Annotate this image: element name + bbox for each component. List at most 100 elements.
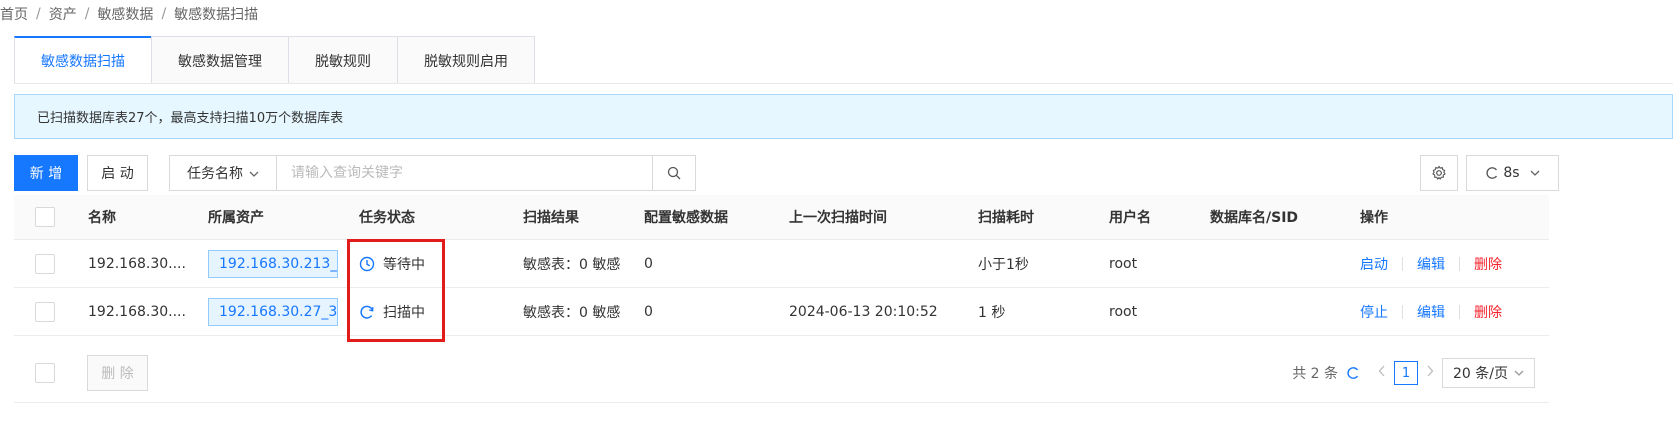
search-input[interactable] — [291, 165, 652, 181]
search-icon — [667, 166, 681, 180]
chevron-down-icon — [1514, 370, 1524, 376]
banner-text: 已扫描数据库表27个，最高支持扫描10万个数据库表 — [37, 111, 344, 126]
bulk-delete-button[interactable]: 删 除 — [87, 355, 148, 391]
col-header-last-scan: 上一次扫描时间 — [789, 210, 887, 226]
username: root — [1109, 255, 1138, 272]
prev-page-icon[interactable] — [1378, 365, 1386, 381]
breadcrumb-home[interactable]: 首页 — [0, 4, 28, 24]
col-header-name: 名称 — [88, 210, 116, 226]
asset-cell: 192.168.30.27_33 — [208, 288, 338, 335]
refresh-icon — [1486, 167, 1498, 179]
select-all-cell — [35, 195, 55, 239]
footer-select-checkbox[interactable] — [35, 363, 55, 383]
row-select-cell — [35, 288, 55, 335]
status-badge: 等待中 — [359, 254, 425, 274]
info-banner: 已扫描数据库表27个，最高支持扫描10万个数据库表 — [14, 94, 1673, 139]
scan-duration: 小于1秒 — [978, 256, 1029, 273]
last-scan-time: 2024-06-13 20:10:52 — [789, 303, 938, 320]
scan-duration: 1 秒 — [978, 304, 1006, 321]
select-all-checkbox[interactable] — [35, 207, 55, 227]
breadcrumb-separator: / — [36, 6, 41, 22]
chevron-down-icon — [249, 167, 259, 180]
refresh-interval: 8s — [1503, 165, 1520, 181]
table-header-row: 名称 所属资产 任务状态 扫描结果 配置敏感数据 上一次扫描时间 扫描耗时 用户… — [14, 195, 1549, 240]
breadcrumb-separator: / — [84, 6, 90, 22]
asset-tag[interactable]: 192.168.30.213_3 — [208, 249, 338, 278]
row-select-cell — [35, 240, 55, 287]
config-count: 0 — [644, 255, 653, 272]
col-header-config: 配置敏感数据 — [644, 210, 728, 226]
search-button[interactable] — [652, 155, 696, 191]
status-badge: 扫描中 — [359, 302, 425, 322]
col-header-duration: 扫描耗时 — [978, 210, 1034, 226]
table-row: 192.168.30.... 192.168.30.27_33 扫描中 敏感表：… — [14, 288, 1549, 336]
tabs-divider — [14, 83, 1673, 84]
search-field[interactable] — [276, 155, 653, 191]
task-name: 192.168.30.... — [88, 255, 186, 272]
col-header-asset: 所属资产 — [208, 210, 264, 226]
divider — [1402, 304, 1403, 319]
gear-icon — [1432, 165, 1446, 180]
clock-icon — [359, 256, 375, 271]
field-select-value: 任务名称 — [187, 166, 243, 182]
col-header-result: 扫描结果 — [523, 210, 579, 226]
status-cell: 扫描中 — [359, 288, 425, 335]
actions-cell: 停止 编辑 删除 — [1360, 288, 1502, 335]
divider — [1459, 304, 1460, 319]
next-page-icon[interactable] — [1426, 365, 1434, 381]
status-text: 扫描中 — [383, 304, 425, 321]
chevron-down-icon — [1530, 170, 1540, 176]
page-number[interactable]: 1 — [1394, 361, 1419, 385]
page-size-select[interactable]: 20 条/页 — [1442, 358, 1535, 388]
status-cell: 等待中 — [359, 240, 425, 287]
delete-link[interactable]: 删除 — [1474, 302, 1502, 322]
status-text: 等待中 — [383, 256, 425, 273]
edit-link[interactable]: 编辑 — [1417, 302, 1445, 322]
config-count: 0 — [644, 303, 653, 320]
stop-link[interactable]: 停止 — [1360, 302, 1388, 322]
col-header-user: 用户名 — [1109, 210, 1151, 226]
asset-cell: 192.168.30.213_3 — [208, 240, 338, 287]
pagination: 共 2 条 1 20 条/页 — [1292, 355, 1535, 391]
tab-masking-rules[interactable]: 脱敏规则 — [288, 36, 398, 84]
tab-masking-enable[interactable]: 脱敏规则启用 — [397, 36, 535, 84]
username: root — [1109, 303, 1138, 320]
add-button[interactable]: 新 增 — [14, 155, 78, 191]
task-name: 192.168.30.... — [88, 303, 186, 320]
breadcrumb-current: 敏感数据扫描 — [174, 7, 259, 23]
breadcrumb-assets[interactable]: 资产 — [49, 4, 77, 24]
tab-bar: 敏感数据扫描 敏感数据管理 脱敏规则 脱敏规则启用 — [14, 36, 535, 84]
divider — [1402, 256, 1403, 271]
tab-sensitive-manage[interactable]: 敏感数据管理 — [151, 36, 289, 84]
field-select[interactable]: 任务名称 — [169, 155, 277, 191]
breadcrumb-sensitive-data[interactable]: 敏感数据 — [97, 4, 153, 24]
row-checkbox[interactable] — [35, 253, 55, 274]
scan-task-table: 名称 所属资产 任务状态 扫描结果 配置敏感数据 上一次扫描时间 扫描耗时 用户… — [14, 195, 1549, 336]
settings-button[interactable] — [1420, 155, 1458, 191]
asset-tag[interactable]: 192.168.30.27_33 — [208, 297, 338, 326]
col-header-db: 数据库名/SID — [1210, 210, 1299, 226]
table-row: 192.168.30.... 192.168.30.213_3 等待中 敏感表：… — [14, 240, 1549, 288]
col-header-status: 任务状态 — [359, 210, 415, 226]
breadcrumb: 首页 / 资产 / 敏感数据 / 敏感数据扫描 — [0, 4, 258, 24]
row-checkbox[interactable] — [35, 301, 55, 322]
delete-link[interactable]: 删除 — [1474, 254, 1502, 274]
actions-cell: 启动 编辑 删除 — [1360, 240, 1502, 287]
footer-select-cell — [35, 363, 55, 383]
toolbar: 新 增 启 动 任务名称 8s — [14, 155, 1673, 191]
edit-link[interactable]: 编辑 — [1417, 254, 1445, 274]
scan-result: 敏感表：0 敏感 — [523, 256, 621, 273]
start-link[interactable]: 启动 — [1360, 254, 1388, 274]
auto-refresh-select[interactable]: 8s — [1466, 155, 1559, 191]
table-footer: 删 除 共 2 条 1 20 条/页 — [14, 343, 1549, 403]
divider — [1459, 256, 1460, 271]
col-header-actions: 操作 — [1360, 210, 1388, 226]
total-count: 共 2 条 — [1292, 366, 1339, 382]
refresh-icon[interactable] — [1346, 366, 1360, 380]
spinner-icon — [360, 305, 374, 319]
start-button[interactable]: 启 动 — [87, 155, 148, 191]
page-size-value: 20 条/页 — [1453, 366, 1508, 382]
tab-sensitive-scan[interactable]: 敏感数据扫描 — [14, 36, 152, 84]
breadcrumb-separator: / — [161, 6, 167, 22]
scan-result: 敏感表：0 敏感 — [523, 304, 621, 321]
